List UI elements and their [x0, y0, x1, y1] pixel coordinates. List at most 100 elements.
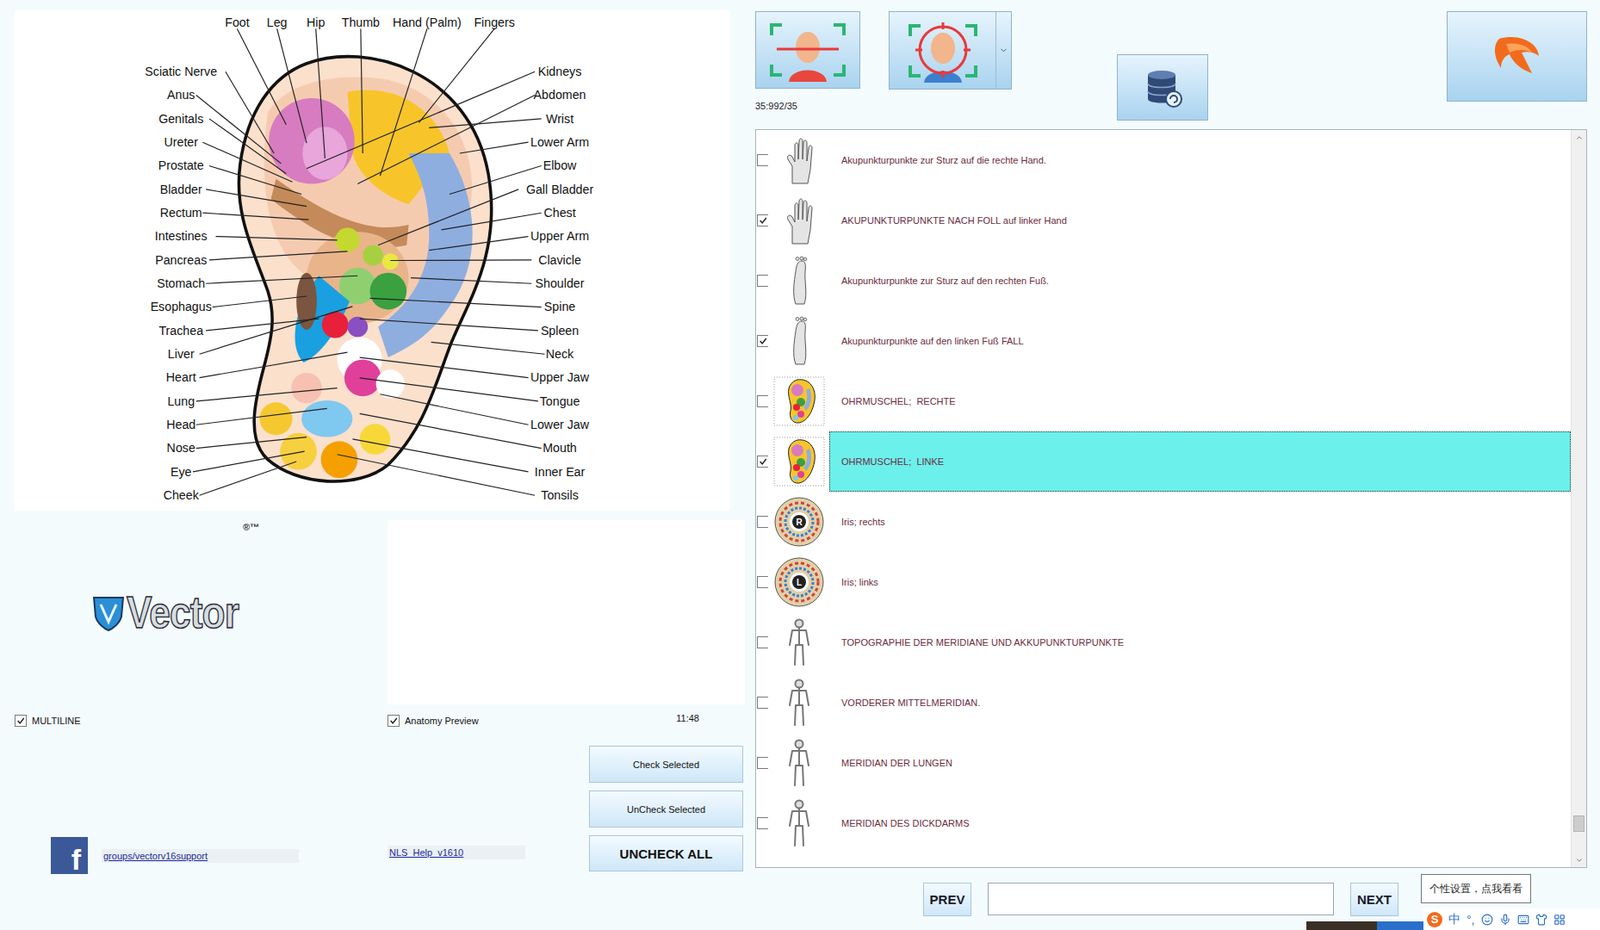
row-label[interactable]: TOPOGRAPHIE DER MERIDIANE UND AKKUPUNKTU… [829, 612, 1571, 673]
check-icon [16, 716, 25, 726]
list-row[interactable]: VORDERER MITTELMERIDIAN. [756, 672, 1571, 733]
row-checkbox[interactable] [756, 515, 769, 528]
diagram-label: Upper Jaw [530, 370, 590, 385]
row-label[interactable]: Akupunkturpunkte auf den linken Fuß FALL [829, 310, 1571, 372]
anatomy-preview-checkbox[interactable] [387, 714, 400, 727]
option-row: Anatomy Preview 11:48 [387, 704, 745, 738]
left-panel: FootLegHipThumbHand (Palm)FingersSciatic… [0, 0, 756, 930]
microphone-icon[interactable] [1499, 913, 1512, 926]
vector-shield-icon [90, 592, 127, 633]
action-button[interactable]: UnCheck Selected [589, 790, 744, 828]
diagram-label: Esophagus [150, 299, 212, 314]
row-thumbnail [768, 310, 830, 372]
diagram-label: Fingers [473, 15, 515, 30]
left-lower-area: Vector®™MULTILINEAnatomy Preview11:48fgr… [14, 520, 756, 875]
row-checkbox[interactable] [756, 756, 769, 769]
dropdown-arrow-icon[interactable] [995, 12, 1011, 89]
list-row[interactable]: Akupunkturpunkte auf den linken Fuß FALL [756, 310, 1571, 372]
logo-marks: ®™ [242, 521, 260, 533]
row-checkbox[interactable] [756, 576, 769, 589]
hand-icon [773, 195, 825, 246]
database-icon [1141, 66, 1185, 110]
row-label[interactable]: MERIDIAN DER LUNGEN [829, 732, 1571, 794]
action-button[interactable]: Check Selected [589, 745, 744, 783]
list-row[interactable]: OHRMUSCHEL; RECHTE [756, 371, 1571, 432]
face-target-button[interactable] [888, 11, 1012, 90]
scroll-thumb[interactable] [1573, 815, 1585, 832]
ime-item[interactable]: 中 [1448, 911, 1461, 928]
scroll-up-icon[interactable] [1571, 130, 1587, 145]
list-row[interactable]: MERIDIAN DER LUNGEN [756, 732, 1571, 794]
multiline-checkbox[interactable] [14, 714, 27, 727]
row-checkbox[interactable] [756, 274, 769, 287]
list-row[interactable]: TOPOGRAPHIE DER MERIDIANE UND AKKUPUNKTU… [756, 612, 1571, 673]
ime-tooltip: 个性设置，点我看看 [1420, 874, 1532, 904]
row-checkbox[interactable] [756, 214, 769, 227]
diagram-label: Leg [266, 15, 288, 30]
row-label[interactable]: Iris; rechts [829, 491, 1571, 552]
row-thumbnail [768, 371, 830, 432]
database-button[interactable] [1116, 54, 1209, 121]
list-row[interactable]: MERIDIAN DES DICKDARMS [756, 793, 1571, 854]
option-label[interactable]: Anatomy Preview [404, 715, 479, 726]
action-button[interactable]: UNCHECK ALL [589, 835, 744, 872]
support-links: f groups/vectorv16support [14, 737, 388, 875]
row-checkbox[interactable] [756, 696, 769, 709]
list-row[interactable]: LIris; links [756, 551, 1571, 613]
row-checkbox[interactable] [756, 817, 769, 830]
search-field[interactable] [987, 882, 1334, 916]
check-icon [758, 336, 768, 346]
row-checkbox[interactable] [756, 154, 769, 167]
facebook-icon[interactable]: f [50, 837, 88, 875]
list-row[interactable]: RIris; rechts [756, 491, 1571, 552]
row-label[interactable]: Iris; links [829, 551, 1571, 613]
vertical-scrollbar[interactable] [1570, 130, 1587, 868]
option-label[interactable]: MULTILINE [31, 715, 81, 726]
keyboard-icon[interactable] [1517, 913, 1530, 926]
row-label[interactable]: VORDERER MITTELMERIDIAN. [829, 672, 1571, 733]
hand-icon [773, 135, 825, 186]
emoji-icon[interactable] [1481, 913, 1494, 926]
row-label[interactable]: Akupunkturpunkte zur Sturz auf die recht… [829, 130, 1571, 191]
row-thumbnail [768, 190, 830, 251]
row-label[interactable]: OHRMUSCHEL; LINKE [829, 431, 1571, 492]
list-row[interactable]: Akupunkturpunkte zur Sturz auf den recht… [756, 250, 1571, 311]
diagram-label: Bladder [160, 182, 203, 197]
row-label[interactable]: Akupunkturpunkte zur Sturz auf den recht… [829, 250, 1571, 311]
diagram-label: Shoulder [535, 276, 585, 291]
diagram-label: Ureter [163, 135, 199, 149]
skin-icon[interactable] [1535, 913, 1548, 926]
face-scan-button[interactable] [755, 11, 861, 89]
help-link[interactable]: NLS_Help_v1610 [387, 845, 526, 860]
row-checkbox[interactable] [756, 636, 769, 649]
row-label[interactable]: AKUPUNKTURPUNKTE NACH FOLL auf linker Ha… [829, 190, 1571, 251]
row-checkbox[interactable] [756, 455, 769, 468]
facebook-group-link[interactable]: groups/vectorv16support [101, 849, 299, 863]
face-target-icon [899, 18, 987, 83]
app-logo-button[interactable] [1446, 11, 1588, 102]
row-checkbox[interactable] [756, 334, 769, 348]
iris-icon: L [773, 557, 825, 608]
diagram-label: Heart [166, 370, 197, 385]
list-row[interactable]: OHRMUSCHEL; LINKE [756, 431, 1571, 492]
prev-button[interactable]: PREV [923, 882, 972, 917]
toolbox-icon[interactable] [1553, 913, 1566, 926]
row-label[interactable]: MERIDIAN DES DICKDARMS [829, 793, 1571, 854]
foot-icon [773, 316, 825, 366]
diagram-label: Head [166, 417, 196, 432]
scroll-track[interactable] [1571, 144, 1587, 853]
list-row[interactable]: AKUPUNKTURPUNKTE NACH FOLL auf linker Ha… [756, 190, 1571, 251]
row-checkbox[interactable] [756, 395, 769, 408]
clock-time: 11:48 [675, 713, 700, 724]
next-button[interactable]: NEXT [1350, 882, 1399, 917]
foot-icon [773, 255, 825, 306]
list-row[interactable]: Akupunkturpunkte zur Sturz auf die recht… [756, 130, 1571, 191]
scroll-down-icon[interactable] [1571, 852, 1587, 868]
row-label[interactable]: OHRMUSCHEL; RECHTE [829, 371, 1571, 432]
diagram-label: Mouth [542, 440, 577, 455]
ear-icon [773, 436, 825, 487]
ime-logo[interactable]: S [1426, 911, 1443, 928]
diagram-label: Wrist [545, 111, 574, 126]
ime-item[interactable]: °, [1466, 912, 1476, 927]
diagram-label: Gall Bladder [526, 182, 595, 197]
